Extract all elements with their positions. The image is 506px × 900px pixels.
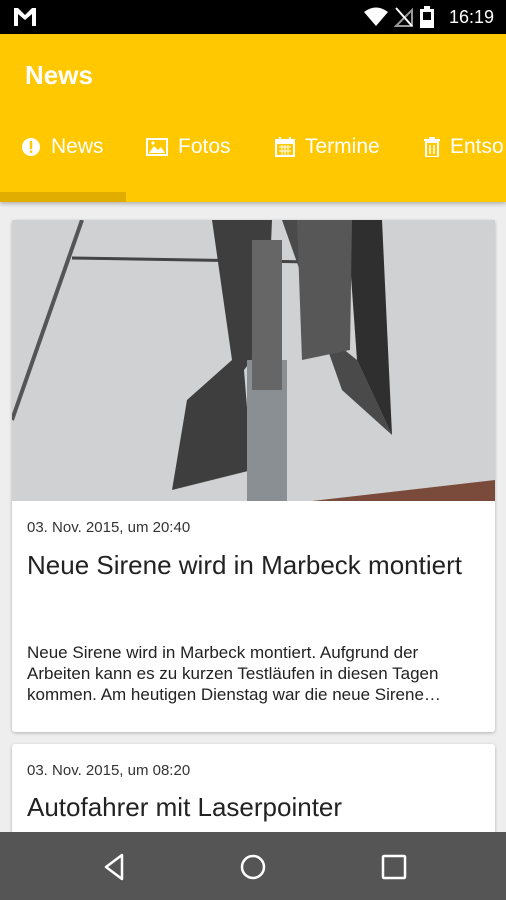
- image-icon: [146, 138, 168, 156]
- article-date: 03. Nov. 2015, um 20:40: [27, 519, 191, 536]
- clock: 16:19: [448, 7, 494, 27]
- wifi-icon: [364, 7, 388, 26]
- tab-label: Fotos: [178, 135, 231, 158]
- trash-icon: [424, 137, 440, 157]
- article-title: Autofahrer mit Laserpointer: [27, 792, 343, 822]
- tab-indicator: [0, 192, 126, 202]
- no-signal-icon: [394, 7, 413, 27]
- article-title: Neue Sirene wird in Marbeck montiert: [27, 550, 462, 580]
- app-bar: News News Fotos Termine Entso: [0, 34, 506, 202]
- page-title: News: [25, 60, 93, 90]
- recents-icon[interactable]: [379, 852, 409, 882]
- gmail-icon: [14, 8, 36, 26]
- news-card[interactable]: 03. Nov. 2015, um 08:20 Autofahrer mit L…: [12, 744, 495, 832]
- news-card[interactable]: 03. Nov. 2015, um 20:40 Neue Sirene wird…: [12, 220, 495, 732]
- alert-circle-icon: [21, 137, 41, 157]
- back-icon[interactable]: [100, 852, 130, 882]
- tab-label: Termine: [305, 135, 380, 158]
- tab-label: Entso: [450, 135, 504, 158]
- news-list[interactable]: 03. Nov. 2015, um 20:40 Neue Sirene wird…: [0, 202, 506, 832]
- tab-termine[interactable]: Termine: [275, 130, 380, 164]
- tab-fotos[interactable]: Fotos: [146, 130, 231, 164]
- tab-entsorgung[interactable]: Entso: [424, 130, 504, 164]
- status-bar: 16:19: [0, 0, 506, 34]
- calendar-icon: [275, 137, 295, 157]
- tab-label: News: [51, 135, 104, 158]
- system-nav-bar: [0, 832, 506, 900]
- battery-icon: [420, 6, 434, 28]
- tab-news[interactable]: News: [21, 130, 104, 164]
- article-date: 03. Nov. 2015, um 08:20: [27, 762, 191, 779]
- home-icon[interactable]: [238, 852, 268, 882]
- article-excerpt: Neue Sirene wird in Marbeck montiert. Au…: [27, 643, 441, 704]
- article-photo: [12, 220, 495, 501]
- tab-bar: News Fotos Termine Entso: [0, 130, 506, 164]
